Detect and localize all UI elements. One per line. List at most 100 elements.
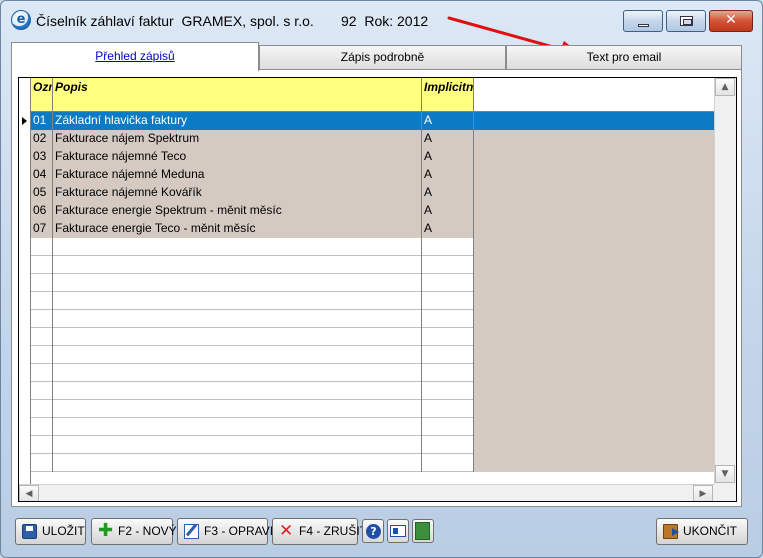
scroll-right-icon[interactable]: ▶ (693, 485, 713, 501)
cell-ozn[interactable] (31, 328, 53, 346)
save-button[interactable]: ULOŽIT (15, 518, 86, 545)
cell-ozn[interactable]: 05 (31, 184, 53, 202)
cell-popis[interactable]: Základní hlavička faktury (53, 112, 422, 130)
cell-popis[interactable]: Fakturace nájemné Kovářík (53, 184, 422, 202)
cell-popis[interactable]: Fakturace nájem Spektrum (53, 130, 422, 148)
cell-ozn[interactable] (31, 238, 53, 256)
empty-row[interactable] (19, 364, 714, 382)
cell-popis[interactable] (53, 346, 422, 364)
cell-implicitni[interactable] (422, 400, 474, 418)
cell-implicitni[interactable] (422, 274, 474, 292)
cell-ozn[interactable] (31, 454, 53, 472)
cell-popis[interactable] (53, 292, 422, 310)
empty-row[interactable] (19, 328, 714, 346)
cell-popis[interactable]: Fakturace nájemné Teco (53, 148, 422, 166)
cell-implicitni[interactable] (422, 292, 474, 310)
cell-ozn[interactable] (31, 436, 53, 454)
cell-popis[interactable] (53, 418, 422, 436)
cell-implicitni[interactable]: A (422, 220, 474, 238)
cell-popis[interactable] (53, 454, 422, 472)
cell-ozn[interactable]: 01 (31, 112, 53, 130)
cell-popis[interactable] (53, 310, 422, 328)
empty-row[interactable] (19, 310, 714, 328)
cell-implicitni[interactable] (422, 454, 474, 472)
column-header-ozn[interactable]: Ozn (31, 78, 53, 112)
cell-ozn[interactable] (31, 364, 53, 382)
cell-implicitni[interactable] (422, 256, 474, 274)
cell-implicitni[interactable] (422, 310, 474, 328)
cell-ozn[interactable]: 06 (31, 202, 53, 220)
scroll-down-icon[interactable]: ▼ (715, 465, 735, 483)
cell-popis[interactable]: Fakturace nájemné Meduna (53, 166, 422, 184)
cell-ozn[interactable] (31, 346, 53, 364)
column-header-implicitni[interactable]: Implicitn (422, 78, 474, 112)
table-row[interactable]: 07 Fakturace energie Teco - měnit měsíc … (19, 220, 714, 238)
cell-popis[interactable] (53, 382, 422, 400)
scroll-up-icon[interactable]: ▲ (715, 78, 735, 96)
cell-ozn[interactable] (31, 274, 53, 292)
cell-implicitni[interactable] (422, 364, 474, 382)
title-bar[interactable]: e Číselník záhlaví faktur GRAMEX, spol. … (1, 1, 762, 41)
empty-row[interactable] (19, 292, 714, 310)
cell-ozn[interactable] (31, 382, 53, 400)
cell-ozn[interactable]: 03 (31, 148, 53, 166)
cell-popis[interactable] (53, 238, 422, 256)
cell-popis[interactable] (53, 274, 422, 292)
table-row[interactable]: 06 Fakturace energie Spektrum - měnit mě… (19, 202, 714, 220)
cell-implicitni[interactable]: A (422, 112, 474, 130)
delete-button[interactable]: ✕ F4 - ZRUŠIT (272, 518, 367, 545)
empty-row[interactable] (19, 238, 714, 256)
cell-popis[interactable] (53, 364, 422, 382)
empty-row[interactable] (19, 400, 714, 418)
cell-ozn[interactable] (31, 256, 53, 274)
cell-implicitni[interactable] (422, 436, 474, 454)
empty-row[interactable] (19, 382, 714, 400)
minimize-button[interactable] (623, 10, 663, 32)
cell-ozn[interactable] (31, 400, 53, 418)
horizontal-scrollbar[interactable]: ◀ ▶ (19, 484, 714, 501)
new-button[interactable]: ✚ F2 - NOVÝ (91, 518, 177, 545)
cell-ozn[interactable] (31, 292, 53, 310)
cell-implicitni[interactable] (422, 238, 474, 256)
table-row[interactable]: 05 Fakturace nájemné Kovářík A (19, 184, 714, 202)
cell-implicitni[interactable] (422, 346, 474, 364)
export-button[interactable] (412, 519, 434, 543)
empty-row[interactable] (19, 454, 714, 472)
scroll-left-icon[interactable]: ◀ (19, 485, 39, 501)
contact-card-button[interactable] (387, 519, 409, 543)
cell-popis[interactable] (53, 328, 422, 346)
cell-popis[interactable] (53, 436, 422, 454)
cell-implicitni[interactable] (422, 382, 474, 400)
table-row[interactable]: 04 Fakturace nájemné Meduna A (19, 166, 714, 184)
edit-button[interactable]: F3 - OPRAVIT (177, 518, 280, 545)
cell-popis[interactable] (53, 256, 422, 274)
empty-row[interactable] (19, 418, 714, 436)
tab-text-pro-email[interactable]: Text pro email (506, 45, 742, 70)
empty-row[interactable] (19, 256, 714, 274)
exit-button[interactable]: UKONČIT (656, 518, 748, 545)
column-header-popis[interactable]: Popis (53, 78, 422, 112)
empty-row[interactable] (19, 436, 714, 454)
cell-ozn[interactable]: 07 (31, 220, 53, 238)
cell-popis[interactable] (53, 400, 422, 418)
close-button[interactable]: ✕ (709, 10, 753, 32)
cell-ozn[interactable] (31, 310, 53, 328)
cell-implicitni[interactable]: A (422, 130, 474, 148)
table-row[interactable]: 01 Základní hlavička faktury A (19, 112, 714, 130)
empty-row[interactable] (19, 274, 714, 292)
cell-implicitni[interactable] (422, 328, 474, 346)
cell-implicitni[interactable]: A (422, 202, 474, 220)
cell-implicitni[interactable]: A (422, 184, 474, 202)
cell-ozn[interactable] (31, 418, 53, 436)
tab-prehled-zapisu[interactable]: Přehled zápisů (11, 42, 259, 71)
cell-ozn[interactable]: 02 (31, 130, 53, 148)
records-grid[interactable]: Ozn Popis Implicitn 01 Základní hlavička… (18, 77, 737, 502)
cell-popis[interactable]: Fakturace energie Spektrum - měnit měsíc (53, 202, 422, 220)
help-button[interactable]: ? (362, 519, 384, 543)
cell-implicitni[interactable]: A (422, 166, 474, 184)
empty-row[interactable] (19, 346, 714, 364)
table-row[interactable]: 02 Fakturace nájem Spektrum A (19, 130, 714, 148)
maximize-button[interactable] (666, 10, 706, 32)
cell-implicitni[interactable] (422, 418, 474, 436)
cell-popis[interactable]: Fakturace energie Teco - měnit měsíc (53, 220, 422, 238)
